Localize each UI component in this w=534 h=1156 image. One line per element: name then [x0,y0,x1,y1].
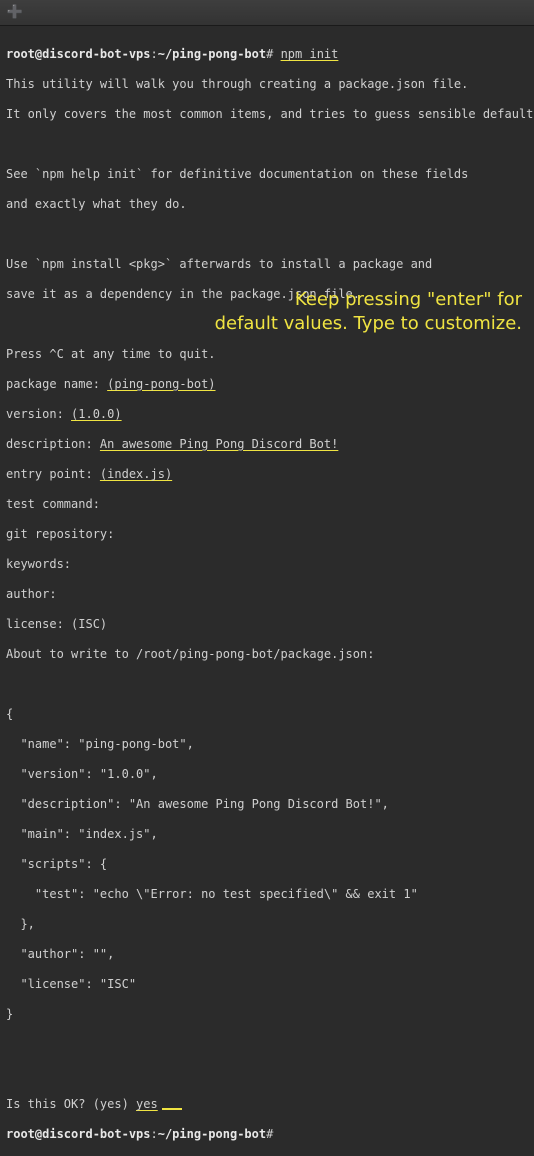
intro-line: and exactly what they do. [6,197,528,212]
prompt-line-1: root@discord-bot-vps:~/ping-pong-bot# np… [6,47,528,62]
field-description: description: An awesome Ping Pong Discor… [6,437,528,452]
terminal-area[interactable]: root@discord-bot-vps:~/ping-pong-bot# np… [0,26,534,1156]
json-line: "name": "ping-pong-bot", [6,737,528,752]
annotation-overlay: Keep pressing "enter" for default values… [192,288,522,336]
underline-caret [162,1108,182,1110]
about-line: About to write to /root/ping-pong-bot/pa… [6,647,528,662]
blank-line [6,677,528,692]
json-line: "test": "echo \"Error: no test specified… [6,887,528,902]
titlebar: ➕ [0,0,534,26]
blank-line [6,1037,528,1052]
intro-line: See `npm help init` for definitive docum… [6,167,528,182]
intro-line: This utility will walk you through creat… [6,77,528,92]
prompt-path: ~/ping-pong-bot [158,47,266,61]
blank-line [6,1067,528,1082]
json-line: "author": "", [6,947,528,962]
json-line: }, [6,917,528,932]
intro-line: It only covers the most common items, an… [6,107,528,122]
new-tab-icon[interactable]: ➕ [8,6,22,20]
json-line: "main": "index.js", [6,827,528,842]
json-line: } [6,1007,528,1022]
field-test-command: test command: [6,497,528,512]
confirm-line: Is this OK? (yes) yes [6,1097,528,1112]
annotation-line: Keep pressing "enter" for [192,288,522,312]
field-license: license: (ISC) [6,617,528,632]
blank-line [6,227,528,242]
field-package-name: package name: (ping-pong-bot) [6,377,528,392]
prompt-user-host: root@discord-bot-vps [6,47,151,61]
field-author: author: [6,587,528,602]
confirm-answer: yes [136,1097,158,1111]
prompt-line-2: root@discord-bot-vps:~/ping-pong-bot# [6,1127,528,1142]
annotation-line: default values. Type to customize. [192,312,522,336]
field-version: version: (1.0.0) [6,407,528,422]
field-keywords: keywords: [6,557,528,572]
json-line: "license": "ISC" [6,977,528,992]
json-line: "description": "An awesome Ping Pong Dis… [6,797,528,812]
json-line: "scripts": { [6,857,528,872]
blank-line [6,137,528,152]
intro-line: Press ^C at any time to quit. [6,347,528,362]
json-line: { [6,707,528,722]
intro-line: Use `npm install <pkg>` afterwards to in… [6,257,528,272]
command-npm-init: npm init [281,47,339,61]
field-git-repository: git repository: [6,527,528,542]
field-entry-point: entry point: (index.js) [6,467,528,482]
json-line: "version": "1.0.0", [6,767,528,782]
